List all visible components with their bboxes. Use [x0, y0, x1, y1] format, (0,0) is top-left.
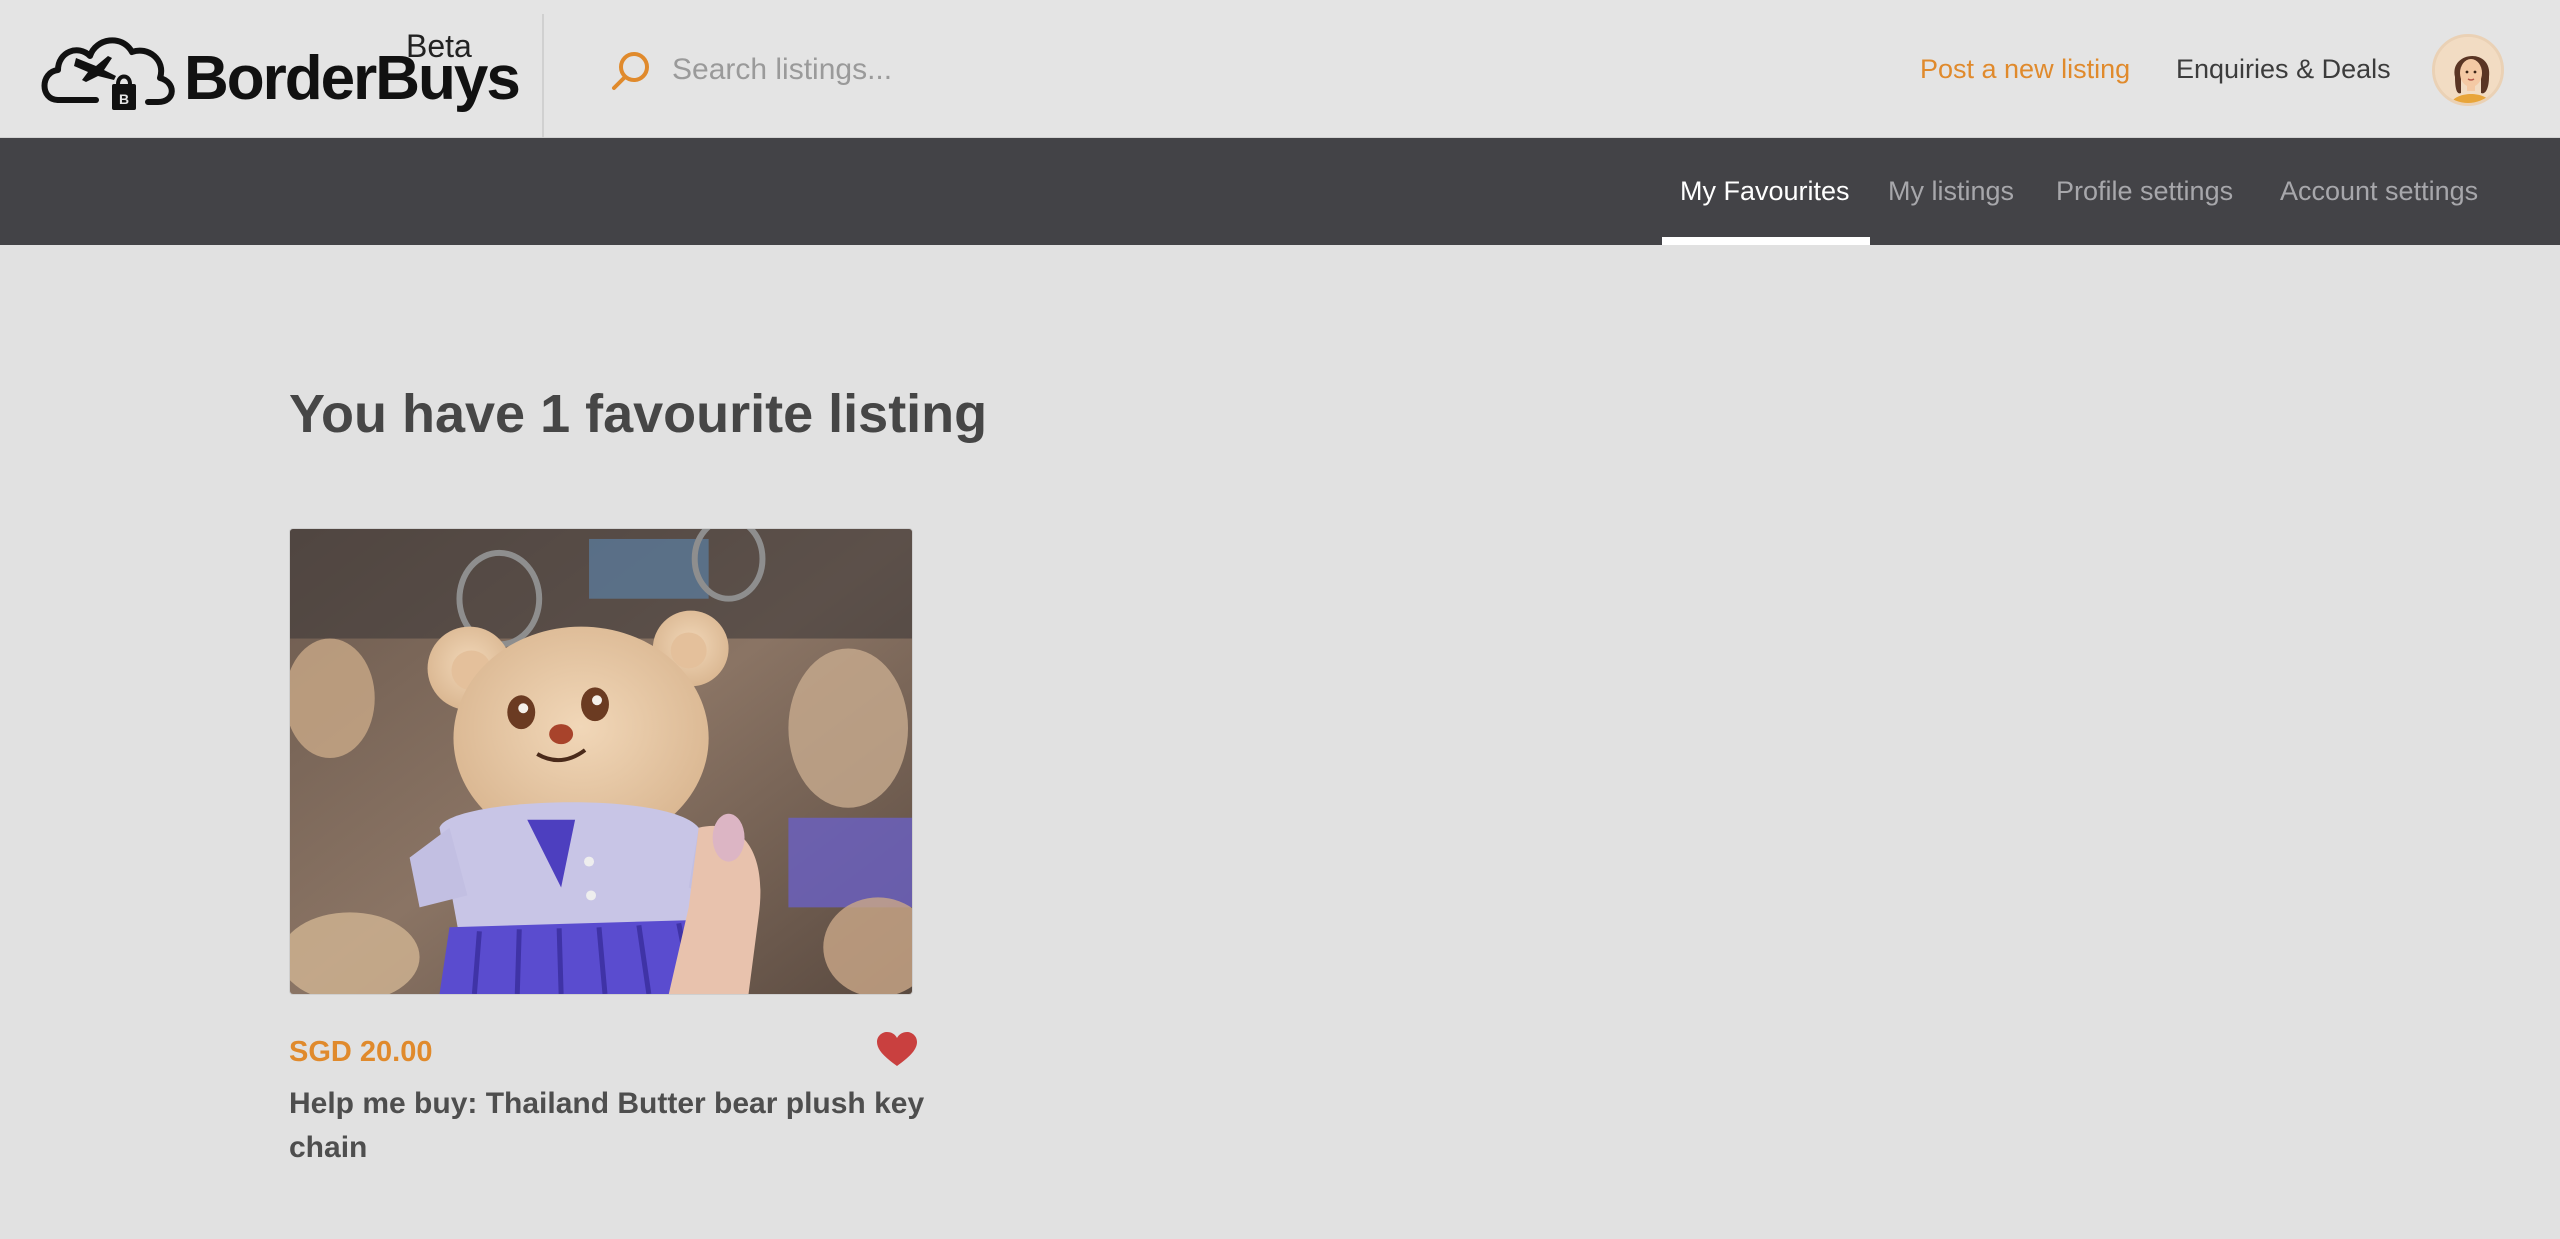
account-subnav: My Favourites My listings Profile settin… [0, 138, 2560, 245]
beta-badge: Beta [406, 28, 472, 64]
search-input[interactable] [672, 53, 1472, 87]
favourite-heart-icon[interactable] [877, 1032, 917, 1068]
listing-card[interactable]: SGD 20.00 Help me buy: Thailand Butter b… [289, 528, 924, 1164]
listing-title[interactable]: Help me buy: Thailand Butter bear plush … [289, 1082, 929, 1170]
enquiries-deals-link[interactable]: Enquiries & Deals [2176, 54, 2391, 85]
header-divider [542, 14, 544, 138]
active-tab-indicator [1662, 237, 1870, 245]
cloud-plane-bag-icon: B [41, 37, 175, 110]
post-new-listing-link[interactable]: Post a new listing [1920, 54, 2130, 85]
tab-account-settings[interactable]: Account settings [2280, 138, 2478, 245]
listing-price: SGD 20.00 [289, 1036, 433, 1068]
user-avatar[interactable] [2432, 34, 2504, 106]
svg-text:B: B [119, 91, 129, 107]
page-title: You have 1 favourite listing [289, 384, 988, 444]
tab-my-listings[interactable]: My listings [1888, 138, 2014, 245]
brand-logo[interactable]: B BorderBuys Beta [36, 26, 521, 118]
top-bar: B BorderBuys Beta Post a new listing Enq… [0, 0, 2560, 138]
tab-profile-settings[interactable]: Profile settings [2056, 138, 2233, 245]
search-bar [608, 40, 1508, 100]
bear-plush-photo[interactable] [289, 528, 913, 995]
avatar-illustration-icon [2435, 37, 2501, 103]
tab-my-favourites[interactable]: My Favourites [1680, 138, 1850, 245]
search-icon[interactable] [608, 47, 654, 93]
